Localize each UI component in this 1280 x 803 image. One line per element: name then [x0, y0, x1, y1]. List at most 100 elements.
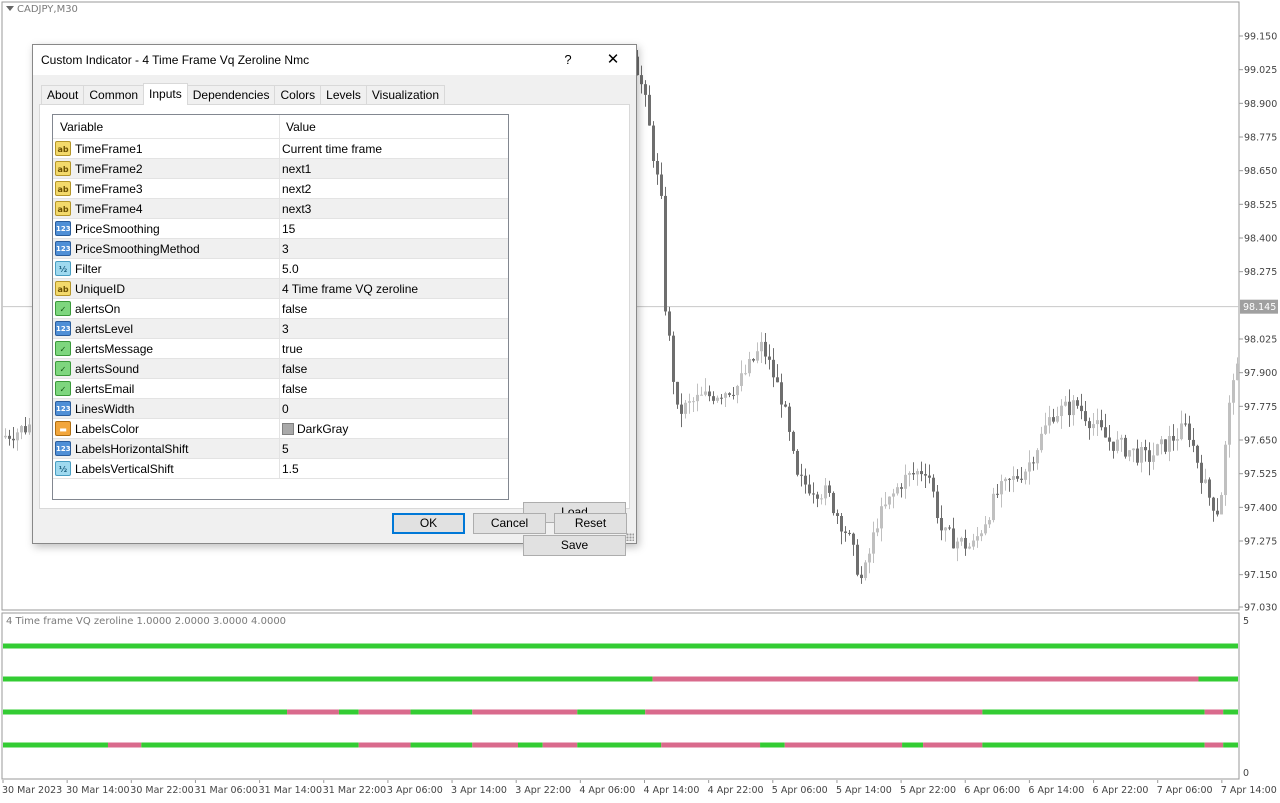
candle-body	[1060, 405, 1063, 417]
table-row[interactable]: ✓ alertsEmail false	[53, 379, 508, 399]
table-row[interactable]: 123 alertsLevel 3	[53, 319, 508, 339]
timeframe-3-state-segment	[577, 709, 646, 715]
candle-body	[648, 94, 651, 126]
inputs-table[interactable]: Variable Value ab TimeFrame1 Current time …	[52, 114, 509, 500]
parameter-value[interactable]: Current time frame	[282, 142, 382, 156]
reset-button[interactable]: Reset	[554, 513, 627, 534]
parameter-value-text: next3	[282, 202, 312, 216]
ok-button[interactable]: OK	[392, 513, 465, 534]
price-tick-label: 97.775	[1244, 402, 1277, 413]
dialog-titlebar[interactable]: Custom Indicator - 4 Time Frame Vq Zerol…	[33, 45, 636, 75]
timeframe-2-state-segment	[652, 676, 1199, 682]
candle-body	[936, 491, 939, 519]
double-type-icon: ½	[55, 261, 71, 276]
help-button[interactable]: ?	[553, 47, 583, 73]
cell-divider	[279, 419, 280, 439]
time-axis-canvas: 30 Mar 2023 30 Mar 14:00 30 Mar 22:00 31 Ma…	[2, 780, 1277, 796]
parameter-value[interactable]: next2	[282, 182, 311, 196]
tab-colors[interactable]: Colors	[274, 85, 322, 105]
indicator-canvas[interactable]: 50	[0, 612, 1280, 780]
candle-body	[668, 311, 671, 336]
parameter-value[interactable]: 0	[282, 402, 289, 416]
tab-about[interactable]: About	[41, 85, 85, 105]
parameter-value[interactable]: true	[282, 342, 303, 356]
table-row[interactable]: ab TimeFrame2 next1	[53, 159, 508, 179]
candle-body	[908, 473, 911, 475]
close-button[interactable]: ✕	[593, 47, 633, 73]
parameter-value[interactable]: false	[282, 302, 307, 316]
parameter-name: PriceSmoothingMethod	[75, 242, 200, 256]
parameter-value[interactable]: 15	[282, 222, 295, 236]
parameter-value[interactable]: false	[282, 382, 307, 396]
table-row[interactable]: 123 LabelsHorizontalShift 5	[53, 439, 508, 459]
table-row[interactable]: 123 PriceSmoothingMethod 3	[53, 239, 508, 259]
parameter-value[interactable]: DarkGray	[282, 422, 348, 436]
parameter-value[interactable]: 3	[282, 242, 289, 256]
candle-body	[968, 546, 971, 549]
custom-indicator-dialog: Custom Indicator - 4 Time Frame Vq Zerol…	[32, 44, 637, 556]
candle-body	[1192, 439, 1195, 446]
table-row[interactable]: ab TimeFrame1 Current time frame	[53, 139, 508, 159]
save-button[interactable]: Save	[523, 535, 626, 556]
tab-dependencies[interactable]: Dependencies	[186, 85, 276, 105]
candle-body	[1120, 437, 1123, 440]
table-row[interactable]: ab UniqueID 4 Time frame VQ zeroline	[53, 279, 508, 299]
tab-common[interactable]: Common	[83, 85, 145, 105]
candle-body	[764, 341, 767, 357]
timeframe-4-state-segment	[141, 742, 359, 748]
bool-type-icon: ✓	[55, 341, 71, 356]
parameter-value[interactable]: 5	[282, 442, 289, 456]
table-row[interactable]: ½ LabelsVerticalShift 1.5	[53, 459, 508, 479]
indicator-scale-bottom: 0	[1243, 768, 1249, 779]
table-row[interactable]: 123 PriceSmoothing 15	[53, 219, 508, 239]
candle-body	[1024, 471, 1027, 480]
time-tick-label: 5 Apr 22:00	[900, 785, 956, 796]
candle-body	[1000, 481, 1003, 495]
candle-body	[1196, 445, 1199, 463]
parameter-value[interactable]: 5.0	[282, 262, 299, 276]
tab-levels[interactable]: Levels	[320, 85, 367, 105]
candle-body	[836, 513, 839, 517]
table-row[interactable]: ▬ LabelsColor DarkGray	[53, 419, 508, 439]
candle-body	[684, 402, 687, 414]
table-row[interactable]: ½ Filter 5.0	[53, 259, 508, 279]
tab-inputs[interactable]: Inputs	[143, 83, 188, 105]
timeframe-2-state-segment	[3, 676, 653, 682]
parameter-value[interactable]: false	[282, 362, 307, 376]
cell-divider	[279, 439, 280, 459]
parameter-value[interactable]: 3	[282, 322, 289, 336]
table-row[interactable]: ✓ alertsMessage true	[53, 339, 508, 359]
color-swatch[interactable]	[282, 423, 294, 435]
candle-body	[892, 493, 895, 497]
candle-body	[956, 541, 959, 549]
candle-body	[944, 527, 947, 531]
parameter-value[interactable]: 1.5	[282, 462, 299, 476]
candle-body	[1164, 439, 1167, 452]
timeframe-4-state-segment	[472, 742, 518, 748]
candle-body	[688, 401, 691, 403]
parameter-value-text: 3	[282, 322, 289, 336]
column-header-variable[interactable]: Variable	[60, 120, 103, 134]
candle-body	[940, 518, 943, 531]
candle-body	[1076, 400, 1079, 406]
cancel-button[interactable]: Cancel	[473, 513, 546, 534]
parameter-value[interactable]: 4 Time frame VQ zeroline	[282, 282, 418, 296]
chart-menu-triangle-icon[interactable]	[6, 6, 14, 11]
table-row[interactable]: 123 LinesWidth 0	[53, 399, 508, 419]
timeframe-4-state-segment	[982, 742, 1205, 748]
resize-grip-icon[interactable]	[626, 533, 634, 541]
column-divider[interactable]	[279, 115, 280, 139]
column-header-value[interactable]: Value	[286, 120, 316, 134]
tab-visualization[interactable]: Visualization	[365, 85, 446, 105]
table-row[interactable]: ✓ alertsSound false	[53, 359, 508, 379]
price-tick-label: 97.900	[1244, 368, 1277, 379]
parameter-value[interactable]: next1	[282, 162, 311, 176]
table-row[interactable]: ab TimeFrame4 next3	[53, 199, 508, 219]
candle-body	[752, 359, 755, 361]
indicator-subwindow[interactable]: 50 4 Time frame VQ zeroline 1.0000 2.000…	[0, 612, 1280, 780]
candle-body	[736, 385, 739, 396]
table-row[interactable]: ab TimeFrame3 next2	[53, 179, 508, 199]
candle-body	[996, 493, 999, 495]
parameter-value[interactable]: next3	[282, 202, 311, 216]
table-row[interactable]: ✓ alertsOn false	[53, 299, 508, 319]
